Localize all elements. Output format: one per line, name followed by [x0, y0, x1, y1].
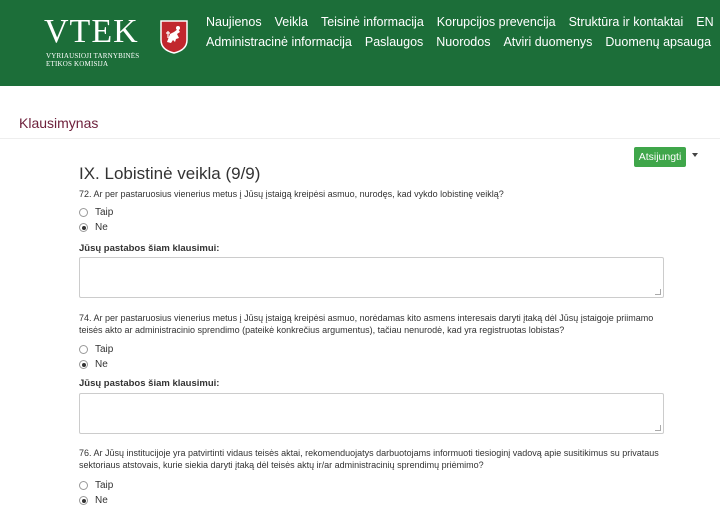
radio-icon[interactable]: [79, 223, 88, 232]
option-label: Taip: [95, 480, 114, 491]
nav-item-veikla[interactable]: Veikla: [275, 16, 308, 29]
page-title: Klausimynas: [19, 115, 99, 131]
nav-item-korupcijos-prevencija[interactable]: Korupcijos prevencija: [437, 16, 556, 29]
nav-item-duomenu-apsauga[interactable]: Duomenų apsauga: [605, 36, 711, 49]
radio-icon[interactable]: [79, 481, 88, 490]
logo-subtitle: VYRIAUSIOJI TARNYBINĖS ETIKOS KOMISIJA: [46, 52, 140, 68]
nav-item-struktura-ir-kontaktai[interactable]: Struktūra ir kontaktai: [569, 16, 684, 29]
nav-item-naujienos[interactable]: Naujienos: [206, 16, 262, 29]
nav-item-language-en[interactable]: EN: [696, 16, 713, 29]
nav-item-nuorodos[interactable]: Nuorodos: [436, 36, 490, 49]
question-74-option-ne[interactable]: Ne: [79, 359, 108, 370]
radio-icon[interactable]: [79, 496, 88, 505]
nav-item-teisine-informacija[interactable]: Teisinė informacija: [321, 16, 424, 29]
question-72-notes-label: Jūsų pastabos šiam klausimui:: [79, 243, 220, 254]
radio-icon[interactable]: [79, 208, 88, 217]
question-74-text: 74. Ar per pastaruosius vienerius metus …: [79, 313, 654, 335]
option-label: Ne: [95, 222, 108, 233]
question-74-option-taip[interactable]: Taip: [79, 344, 113, 355]
question-76-text: 76. Ar Jūsų institucijoje yra patvirtint…: [79, 448, 659, 470]
site-header: VTEK VYRIAUSIOJI TARNYBINĖS ETIKOS KOMIS…: [0, 0, 720, 86]
radio-icon[interactable]: [79, 345, 88, 354]
question-72-option-taip[interactable]: Taip: [79, 207, 113, 218]
nav-item-atviri-duomenys[interactable]: Atviri duomenys: [503, 36, 592, 49]
question-72-text: 72. Ar per pastaruosius vienerius metus …: [79, 189, 504, 199]
nav-row-secondary: Administracinė informacija Paslaugos Nuo…: [206, 36, 716, 49]
logo-title[interactable]: VTEK: [44, 14, 139, 50]
option-label: Ne: [95, 495, 108, 506]
questionnaire-heading: IX. Lobistinė veikla (9/9): [79, 164, 261, 183]
option-label: Taip: [95, 207, 114, 218]
lithuanian-coat-of-arms-icon[interactable]: [160, 20, 188, 54]
main-navigation: Naujienos Veikla Teisinė informacija Kor…: [206, 16, 716, 49]
section-divider: [0, 138, 720, 139]
option-label: Taip: [95, 344, 114, 355]
question-76-option-ne[interactable]: Ne: [79, 495, 108, 506]
question-74-notes-textarea[interactable]: [79, 393, 664, 434]
radio-icon[interactable]: [79, 360, 88, 369]
question-74-notes-label: Jūsų pastabos šiam klausimui:: [79, 378, 220, 389]
caret-down-icon[interactable]: [692, 153, 698, 157]
nav-row-primary: Naujienos Veikla Teisinė informacija Kor…: [206, 16, 716, 29]
question-76-option-taip[interactable]: Taip: [79, 480, 113, 491]
logout-button[interactable]: Atsijungti: [634, 147, 686, 167]
question-72-option-ne[interactable]: Ne: [79, 222, 108, 233]
nav-item-administracine-informacija[interactable]: Administracinė informacija: [206, 36, 352, 49]
question-72-notes-textarea[interactable]: [79, 257, 664, 298]
nav-item-paslaugos[interactable]: Paslaugos: [365, 36, 423, 49]
option-label: Ne: [95, 359, 108, 370]
